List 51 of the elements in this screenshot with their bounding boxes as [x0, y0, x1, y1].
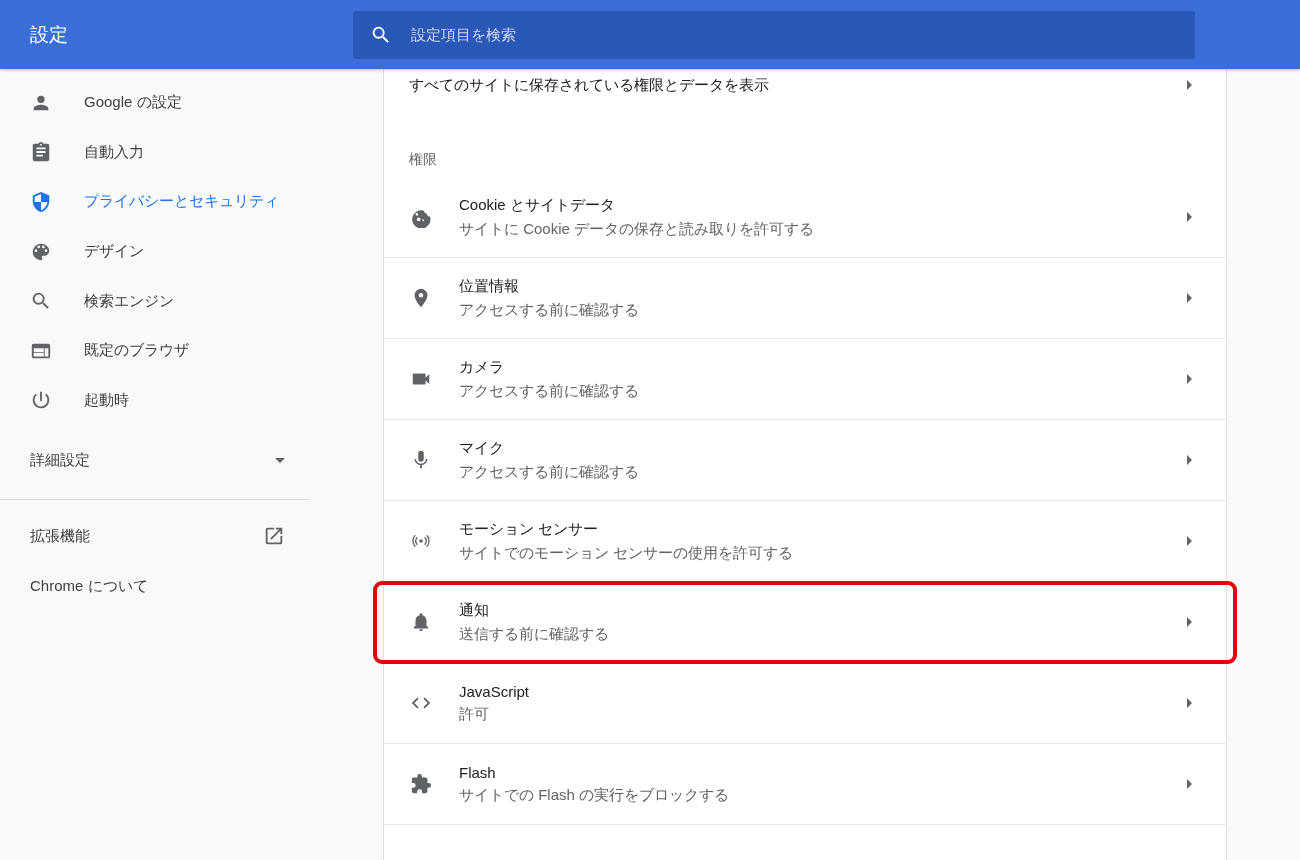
sidebar-item[interactable]: 自動入力 — [0, 127, 310, 178]
sidebar-item[interactable]: Google の設定 — [0, 78, 310, 128]
row-title: 位置情報 — [459, 276, 520, 296]
sidebar-item[interactable]: 検索エンジン — [0, 276, 310, 326]
extensions-link[interactable]: 拡張機能 — [0, 511, 310, 562]
sidebar-item[interactable]: プライバシーとセキュリティ — [0, 177, 310, 227]
row-subtitle: アクセスする前に確認する — [459, 300, 640, 320]
sidebar-item[interactable]: 既定のブラウザ — [0, 325, 310, 376]
row-subtitle: サイトでの Flash の実行をブロックする — [459, 785, 730, 805]
row-title: カメラ — [459, 357, 505, 377]
row-title: Cookie とサイトデータ — [459, 195, 616, 215]
arrow-right-icon — [1186, 374, 1193, 384]
row-subtitle: 送信する前に確認する — [459, 624, 610, 644]
row-title: モーション センサー — [459, 519, 600, 539]
about-chrome-link[interactable]: Chrome について — [0, 561, 310, 612]
row-subtitle: 許可 — [459, 704, 490, 724]
arrow-right-icon — [1186, 698, 1193, 708]
arrow-right-icon — [1186, 293, 1193, 303]
all-sites-link[interactable]: すべてのサイトに保存されている権限とデータを表示 — [384, 69, 1226, 101]
row-subtitle: サイトに Cookie データの保存と読み取りを許可する — [459, 219, 816, 239]
row-subtitle: アクセスする前に確認する — [459, 462, 640, 482]
arrow-right-icon — [1186, 80, 1193, 90]
row-subtitle: アクセスする前に確認する — [459, 381, 640, 401]
permission-row[interactable]: カメラ アクセスする前に確認する — [384, 339, 1226, 420]
row-title: Flash — [459, 763, 497, 781]
caret-icon — [275, 457, 285, 463]
permission-row[interactable]: 通知 送信する前に確認する — [374, 582, 1236, 663]
advanced-settings-toggle[interactable]: 詳細設定 — [0, 435, 310, 486]
search-field[interactable]: 設定項目を検索 — [353, 10, 1195, 59]
arrow-right-icon — [1186, 455, 1193, 465]
sidebar-item[interactable]: 起動時 — [0, 375, 310, 426]
clipboard-icon — [30, 141, 52, 164]
permission-row[interactable]: マイク アクセスする前に確認する — [384, 420, 1226, 501]
permission-row[interactable]: Cookie とサイトデータ サイトに Cookie データの保存と読み取りを許可する — [384, 177, 1226, 258]
permission-row[interactable]: JavaScript 許可 — [384, 663, 1226, 744]
arrow-right-icon — [1186, 779, 1193, 789]
permission-row[interactable]: モーション センサー サイトでのモーション センサーの使用を許可する — [384, 501, 1226, 582]
arrow-right-icon — [1186, 536, 1193, 546]
row-title: マイク — [459, 438, 505, 458]
puzzle-icon — [410, 773, 432, 795]
page-title: 設定 — [29, 22, 69, 47]
sidebar-item[interactable]: デザイン — [0, 226, 310, 277]
permission-row[interactable]: Flash サイトでの Flash の実行をブロックする — [384, 744, 1226, 825]
section-heading: 権限 — [408, 150, 438, 169]
permission-row[interactable]: 位置情報 アクセスする前に確認する — [384, 258, 1226, 339]
row-subtitle: サイトでのモーション センサーの使用を許可する — [459, 543, 795, 563]
arrow-right-icon — [1186, 212, 1193, 222]
row-title: 通知 — [459, 600, 490, 620]
row-title: JavaScript — [459, 682, 531, 700]
arrow-right-icon — [1186, 617, 1193, 627]
shield-icon — [30, 191, 52, 213]
